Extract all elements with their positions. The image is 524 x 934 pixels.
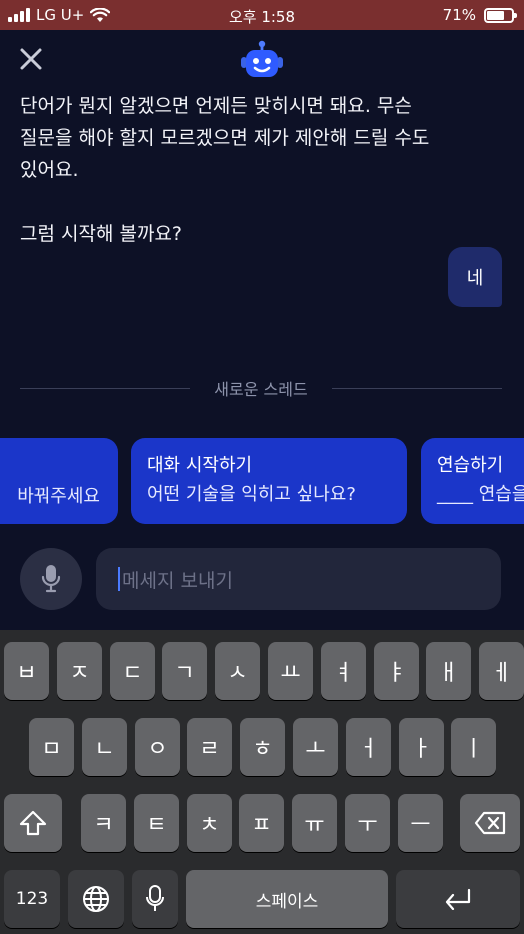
key-ㅅ[interactable]: ㅅ [215,642,260,700]
key-label: ㅗ [305,737,326,762]
microphone-icon [41,565,61,593]
dictation-key[interactable] [132,870,178,928]
key-ㄴ[interactable]: ㄴ [82,718,127,776]
key-ㅡ[interactable]: ㅡ [398,794,443,852]
key-ㅁ[interactable]: ㅁ [29,718,74,776]
chat-header [0,30,524,90]
key-label: ㅎ [252,737,273,762]
key-ㅗ[interactable]: ㅗ [293,718,338,776]
key-ㅠ[interactable]: ㅠ [292,794,337,852]
space-key[interactable]: 스페이스 [186,870,388,928]
key-label: ㅌ [146,813,167,838]
suggestion-body: 어떤 기술을 익히고 싶나요? [147,484,356,505]
key-ㅈ[interactable]: ㅈ [57,642,102,700]
key-ㅔ[interactable]: ㅔ [479,642,524,700]
key-label: ㅐ [438,661,459,686]
shift-key[interactable] [4,794,62,852]
key-label: ㅈ [69,661,90,686]
new-thread-divider: 새로운 스레드 [20,376,502,400]
key-label: ㄷ [122,661,143,686]
key-label: ㄹ [199,737,220,762]
key-ㅕ[interactable]: ㅕ [321,642,366,700]
key-label: ㅓ [358,737,379,762]
key-ㅌ[interactable]: ㅌ [134,794,179,852]
key-ㄷ[interactable]: ㄷ [110,642,155,700]
key-label: ㅜ [357,813,378,838]
divider-line [331,387,502,389]
key-label: ㅁ [41,737,62,762]
status-bar: LG U+ 오후 1:58 71% [0,0,524,30]
key-label: ㅔ [491,661,512,686]
suggestion-card[interactable]: 바꿔주세요 [0,438,118,524]
key-ㅜ[interactable]: ㅜ [345,794,390,852]
bot-message: 단어가 뭔지 알겠으면 언제든 맞히시면 돼요. 무슨 질문을 해야 할지 모르… [20,95,430,245]
message-input[interactable]: 메세지 보내기 [96,548,501,610]
key-ㅇ[interactable]: ㅇ [135,718,180,776]
key-label: ㅇ [147,737,168,762]
numbers-key[interactable]: 123 [4,870,60,928]
suggestion-body: ____ 연습을 [437,484,524,505]
key-label: ㅣ [463,737,484,762]
voice-input-button[interactable] [20,548,82,610]
key-label: ㅛ [280,661,301,686]
message-placeholder: 메세지 보내기 [122,569,233,592]
shift-icon [19,810,47,836]
key-ㅋ[interactable]: ㅋ [81,794,126,852]
key-label: ㅑ [386,661,407,686]
suggestion-card[interactable]: 대화 시작하기 어떤 기술을 익히고 싶나요? [131,438,407,524]
key-ㅎ[interactable]: ㅎ [240,718,285,776]
key-label: 123 [15,889,49,909]
key-ㅛ[interactable]: ㅛ [268,642,313,700]
divider-label: 새로운 스레드 [214,380,308,399]
user-message-bubble: 네 [448,247,502,307]
key-label: ㅊ [199,813,220,838]
key-label: ㅏ [411,737,432,762]
return-key[interactable] [396,870,520,928]
battery-icon [484,7,517,23]
key-ㅏ[interactable]: ㅏ [399,718,444,776]
key-label: ㅡ [410,813,431,838]
globe-icon [83,886,109,912]
battery-percent: 71% [442,6,476,24]
key-ㄱ[interactable]: ㄱ [162,642,207,700]
key-label: ㅂ [16,661,37,686]
robot-logo-icon [241,40,283,77]
key-ㅑ[interactable]: ㅑ [374,642,419,700]
divider-line [20,387,191,389]
key-label: ㄱ [174,661,195,686]
key-ㅐ[interactable]: ㅐ [426,642,471,700]
korean-keyboard: ㅂ ㅈ ㄷ ㄱ ㅅ ㅛ ㅕ ㅑ ㅐ ㅔㅁ ㄴ ㅇ ㄹ ㅎ ㅗ ㅓ ㅏ ㅣㅋ ㅌ ㅊ ㅍ ㅠ ㅜ ㅡ 123 스페이스 [0,630,524,934]
key-label: ㅅ [227,661,248,686]
key-label: ㅋ [93,813,114,838]
key-label: ㅍ [251,813,272,838]
key-ㅊ[interactable]: ㅊ [187,794,232,852]
suggestion-carousel[interactable]: 바꿔주세요 대화 시작하기 어떤 기술을 익히고 싶나요? 연습하기 ____ … [0,438,524,526]
key-label: ㅠ [304,813,325,838]
key-ㄹ[interactable]: ㄹ [187,718,232,776]
key-ㅓ[interactable]: ㅓ [346,718,391,776]
globe-key[interactable] [68,870,124,928]
key-ㅣ[interactable]: ㅣ [451,718,496,776]
text-caret [118,567,120,591]
key-ㅂ[interactable]: ㅂ [4,642,49,700]
suggestion-body: 바꿔주세요 [17,486,100,507]
suggestion-card[interactable]: 연습하기 ____ 연습을 [421,438,524,524]
key-ㅍ[interactable]: ㅍ [239,794,284,852]
suggestion-title: 대화 시작하기 [147,455,253,476]
close-icon[interactable] [16,44,46,74]
delete-key[interactable] [460,794,520,852]
backspace-icon [474,811,506,835]
key-label: ㄴ [94,737,115,762]
suggestion-title: 연습하기 [437,455,504,476]
return-icon [445,888,471,910]
key-label: 스페이스 [255,891,319,912]
microphone-icon [146,885,164,911]
key-label: ㅕ [333,661,354,686]
status-right: 71% [442,6,517,24]
